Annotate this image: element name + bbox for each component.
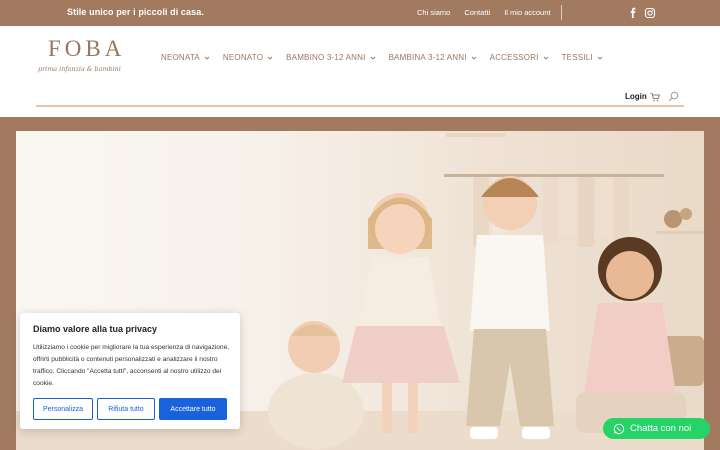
site-header: FOBA prima infanzia & bambini NEONATA NE… [0,26,720,117]
nav-label: BAMBINA 3-12 ANNI [388,53,467,62]
topbar-divider [561,5,562,20]
cookie-consent-banner: Diamo valore alla tua privacy Utilizziam… [20,313,240,429]
nav-label: NEONATA [161,53,200,62]
nav-item-tessili[interactable]: TESSILI [562,53,603,62]
chevron-down-icon [204,56,210,60]
cookie-title: Diamo valore alla tua privacy [33,324,158,334]
top-links: Chi siamo Contatti Il mio account [417,8,550,17]
nav-label: BAMBINO 3-12 ANNI [286,53,366,62]
main-nav: NEONATA NEONATO BAMBINO 3-12 ANNI BAMBIN… [161,53,603,62]
whatsapp-chat-button[interactable]: Chatta con noi [603,418,710,439]
nav-item-bambina[interactable]: BAMBINA 3-12 ANNI [389,53,477,62]
instagram-icon[interactable] [644,7,656,19]
link-contatti[interactable]: Contatti [464,8,490,17]
cart-icon[interactable] [650,92,660,102]
nav-label: NEONATO [222,53,264,62]
nav-item-neonato[interactable]: NEONATO [223,53,273,62]
chevron-down-icon [543,56,548,60]
facebook-icon[interactable] [627,7,639,19]
link-chi-siamo[interactable]: Chi siamo [417,8,450,17]
accept-all-button[interactable]: Accettare tutto [159,398,227,420]
nav-item-neonata[interactable]: NEONATA [161,53,210,62]
logo-subtitle: prima infanzia & bambini [38,65,121,73]
login-link[interactable]: Login [625,92,647,101]
header-divider [36,105,684,107]
reject-all-button[interactable]: Rifiuta tutto [97,398,155,420]
cookie-text: Utilizziamo i cookie per migliorare la t… [33,344,230,387]
nav-label: ACCESSORI [489,53,539,62]
nav-item-accessori[interactable]: ACCESSORI [490,53,549,62]
tagline: Stile unico per i piccoli di casa. [67,7,204,17]
chevron-down-icon [370,56,375,60]
whatsapp-icon [613,423,625,434]
chevron-down-icon [597,56,603,60]
chevron-down-icon [267,56,273,60]
logo-wordmark: FOBA [48,36,126,61]
chevron-down-icon [471,56,476,60]
customize-button[interactable]: Personalizza [33,398,93,420]
nav-item-bambino[interactable]: BAMBINO 3-12 ANNI [286,53,375,62]
nav-label: TESSILI [561,53,593,62]
link-my-account[interactable]: Il mio account [504,8,550,17]
logo[interactable]: FOBA prima infanzia & bambini [36,36,136,76]
chat-label: Chatta con noi [630,423,692,434]
search-icon[interactable] [668,91,679,102]
top-bar: Stile unico per i piccoli di casa. Chi s… [0,0,720,26]
